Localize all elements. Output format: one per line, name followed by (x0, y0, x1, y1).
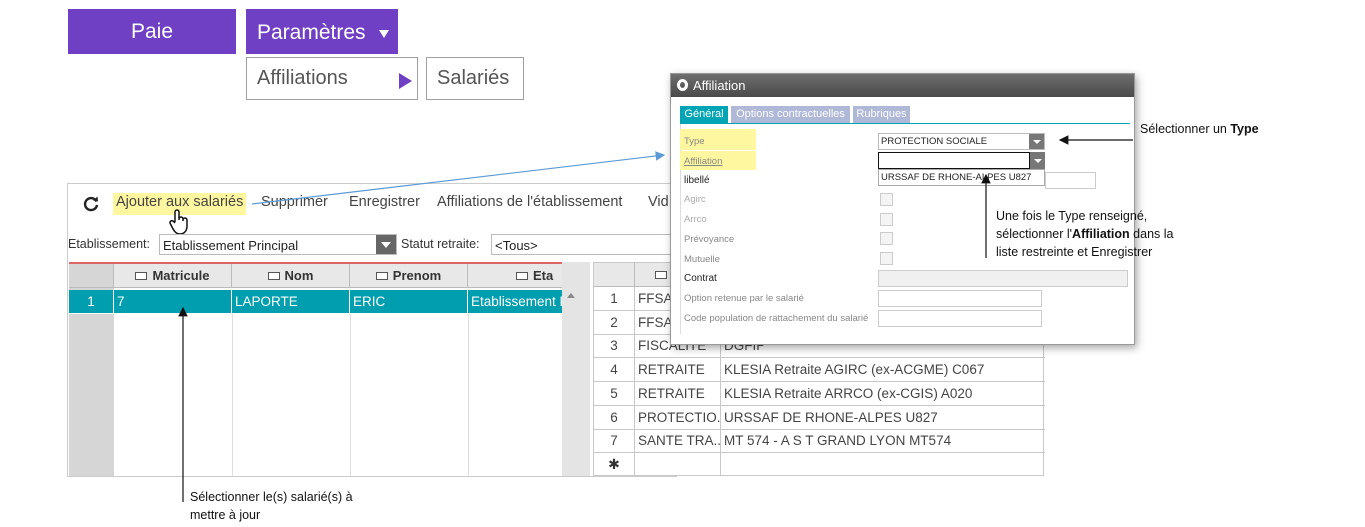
callout-affiliation: Une fois le Type renseigné, sélectionner… (996, 207, 1173, 261)
callout-text: dans la (1129, 227, 1174, 241)
callout-line: sélectionner l'Affiliation dans la (996, 225, 1173, 243)
callout-text: Sélectionner un (1140, 122, 1231, 136)
arrow-to-affiliation-label (251, 151, 666, 205)
annotation-arrows (178, 135, 1133, 502)
callout-line: mettre à jour (190, 508, 261, 522)
callout-line: liste restreinte et Enregistrer (996, 245, 1153, 259)
callout-bold: Affiliation (1072, 227, 1130, 241)
callout-text: sélectionner l' (996, 227, 1073, 241)
callout-type: Sélectionner un Type (1140, 120, 1259, 138)
callout-line: Sélectionner le(s) salarié(s) à (190, 490, 353, 504)
callout-line: Une fois le Type renseigné, (996, 209, 1148, 223)
callout-salaries: Sélectionner le(s) salarié(s) à mettre à… (190, 488, 353, 524)
callout-bold: Type (1230, 122, 1259, 136)
